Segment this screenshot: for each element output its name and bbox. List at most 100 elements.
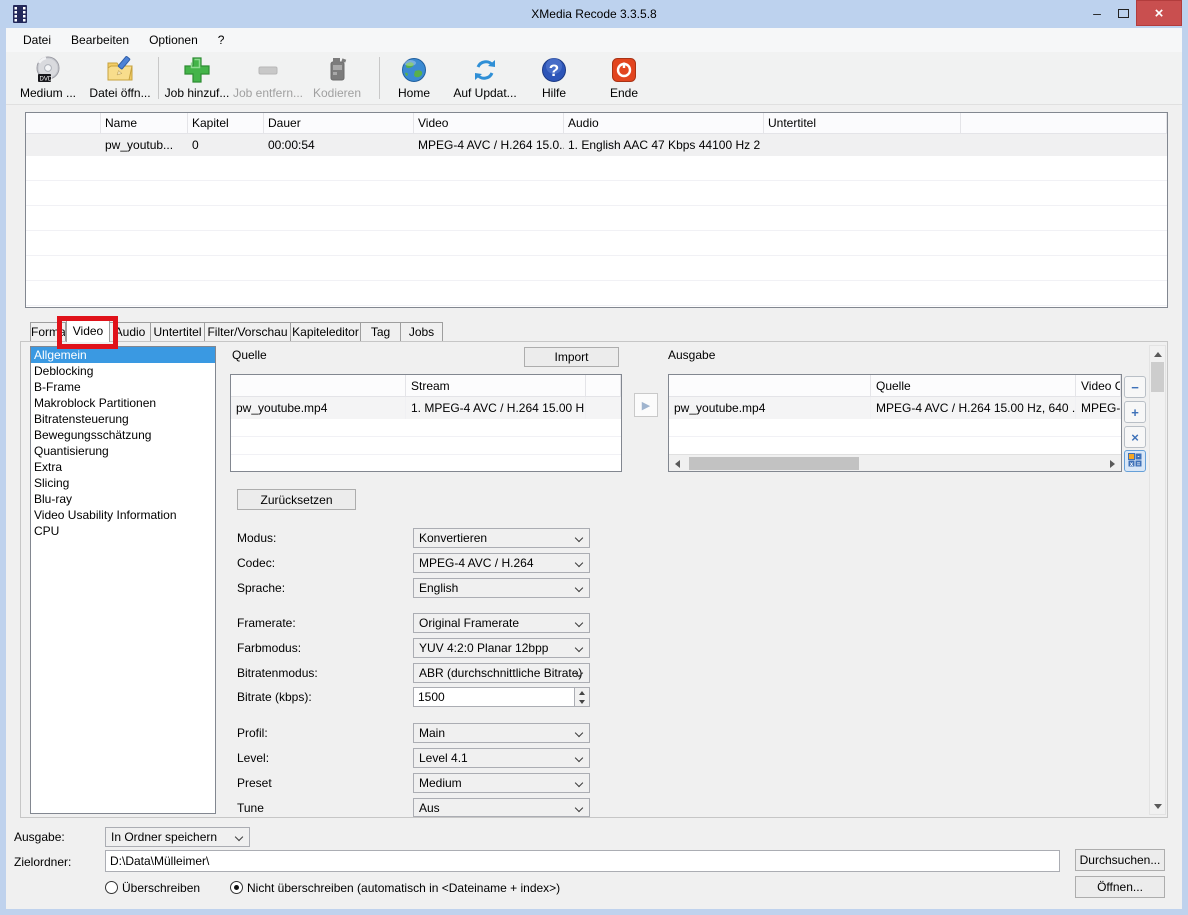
open-button[interactable]: Öffnen... (1075, 876, 1165, 898)
framerate-select[interactable]: Original Framerate (413, 613, 590, 633)
tab-tag[interactable]: Tag (361, 322, 401, 342)
sprache-label: Sprache: (237, 581, 285, 595)
toolbar-label: Auf Updat... (453, 86, 516, 100)
add-output-button[interactable]: + (1124, 401, 1146, 423)
add-job-button[interactable]: Job hinzuf... (163, 55, 231, 103)
home-button[interactable]: Home (389, 55, 439, 103)
column-header-video[interactable]: Video (414, 113, 564, 134)
vertical-scrollbar[interactable] (1149, 345, 1166, 815)
table-row[interactable]: pw_youtub... 0 00:00:54 MPEG-4 AVC / H.2… (26, 134, 1167, 156)
encode-icon (322, 55, 352, 85)
sidebar-item-allgemein[interactable]: Allgemein (31, 347, 215, 363)
column-header-name[interactable]: Name (101, 113, 188, 134)
sprache-select[interactable]: English (413, 578, 590, 598)
minimize-button[interactable]: – (1084, 0, 1110, 26)
empty-row (26, 206, 1167, 231)
column-header-quelle[interactable]: Quelle (871, 375, 1076, 397)
scroll-right-icon[interactable] (1105, 456, 1120, 472)
modus-select[interactable]: Konvertieren (413, 528, 590, 548)
profil-select[interactable]: Main (413, 723, 590, 743)
browse-button[interactable]: Durchsuchen... (1075, 849, 1165, 871)
sidebar-item-quantisierung[interactable]: Quantisierung (31, 443, 215, 459)
close-icon: × (1155, 5, 1164, 22)
menu-datei[interactable]: Datei (14, 30, 60, 50)
column-header-stream[interactable]: Stream (406, 375, 586, 397)
level-select[interactable]: Level 4.1 (413, 748, 590, 768)
sidebar-item-bewegungsschaetzung[interactable]: Bewegungsschätzung (31, 427, 215, 443)
no-overwrite-radio[interactable] (230, 881, 243, 894)
modus-label: Modus: (237, 531, 276, 545)
column-header-untertitel[interactable]: Untertitel (764, 113, 961, 134)
bitratenmodus-label: Bitratenmodus: (237, 666, 318, 680)
menu-help[interactable]: ? (209, 30, 234, 50)
bitrate-stepper[interactable] (575, 687, 590, 707)
overwrite-radio[interactable] (105, 881, 118, 894)
open-medium-button[interactable]: DVD Medium ... (14, 55, 82, 103)
tab-kapiteleditor[interactable]: Kapiteleditor (291, 322, 361, 342)
exit-button[interactable]: Ende (599, 55, 649, 103)
output-group-label: Ausgabe (668, 348, 715, 362)
no-overwrite-radio-label[interactable]: Nicht überschreiben (automatisch in <Dat… (247, 881, 560, 895)
tab-filter-vorschau[interactable]: Filter/Vorschau (205, 322, 291, 342)
sidebar-item-blu-ray[interactable]: Blu-ray (31, 491, 215, 507)
empty-row (669, 437, 1121, 455)
table-row[interactable]: pw_youtube.mp4 MPEG-4 AVC / H.264 15.00 … (669, 397, 1121, 419)
toolbar-label: Home (398, 86, 430, 100)
sidebar-item-b-frame[interactable]: B-Frame (31, 379, 215, 395)
import-button[interactable]: Import (524, 347, 619, 367)
close-button[interactable]: × (1136, 0, 1182, 26)
column-header-video-codec[interactable]: Video C (1076, 375, 1121, 397)
scroll-down-icon[interactable] (1150, 798, 1165, 814)
add-stream-button[interactable]: ▶ (634, 393, 658, 417)
column-header-empty[interactable] (26, 113, 101, 134)
scrollbar-thumb[interactable] (1151, 362, 1164, 392)
sidebar-item-cpu[interactable]: CPU (31, 523, 215, 539)
open-file-button[interactable]: Datei öffn... (86, 55, 154, 103)
overwrite-radio-label[interactable]: Überschreiben (122, 881, 200, 895)
update-button[interactable]: Auf Updat... (446, 55, 524, 103)
sidebar-item-deblocking[interactable]: Deblocking (31, 363, 215, 379)
tune-select[interactable]: Aus (413, 798, 590, 817)
horizontal-scrollbar[interactable] (669, 454, 1121, 471)
source-table-header: Stream (231, 375, 621, 397)
scroll-up-icon[interactable] (1150, 346, 1165, 362)
zielordner-input[interactable] (105, 850, 1060, 872)
job-dauer: 00:00:54 (264, 134, 414, 156)
farbmodus-select[interactable]: YUV 4:2:0 Planar 12bpp (413, 638, 590, 658)
sidebar-item-extra[interactable]: Extra (31, 459, 215, 475)
empty-row (231, 437, 621, 455)
sidebar-item-makroblock[interactable]: Makroblock Partitionen (31, 395, 215, 411)
job-audio: 1. English AAC 47 Kbps 44100 Hz 2 ... (564, 134, 764, 156)
tab-jobs[interactable]: Jobs (401, 322, 443, 342)
bitrate-input[interactable] (413, 687, 575, 707)
menu-optionen[interactable]: Optionen (140, 30, 207, 50)
sidebar-item-vui[interactable]: Video Usability Information (31, 507, 215, 523)
table-row[interactable]: pw_youtube.mp4 1. MPEG-4 AVC / H.264 15.… (231, 397, 621, 419)
scroll-left-icon[interactable] (670, 456, 685, 472)
tab-untertitel[interactable]: Untertitel (151, 322, 205, 342)
menu-bearbeiten[interactable]: Bearbeiten (62, 30, 138, 50)
sidebar-item-bitratensteuerung[interactable]: Bitratensteuerung (31, 411, 215, 427)
help-button[interactable]: ? Hilfe (531, 55, 577, 103)
column-header-dauer[interactable]: Dauer (264, 113, 414, 134)
source-stream: 1. MPEG-4 AVC / H.264 15.00 H... (406, 397, 586, 419)
sidebar-item-slicing[interactable]: Slicing (31, 475, 215, 491)
ausgabe-select[interactable]: In Ordner speichern (105, 827, 250, 847)
matrix-view-button[interactable]: - x = (1124, 450, 1146, 472)
scrollbar-thumb[interactable] (689, 457, 859, 470)
preset-select[interactable]: Medium (413, 773, 590, 793)
maximize-button[interactable] (1110, 0, 1136, 26)
empty-row (26, 231, 1167, 256)
column-header-audio[interactable]: Audio (564, 113, 764, 134)
spin-up-icon[interactable] (575, 688, 589, 697)
empty-row (231, 455, 621, 472)
output-video-codec: MPEG-4 (1076, 397, 1121, 419)
spin-down-icon[interactable] (575, 697, 589, 706)
delete-output-button[interactable]: × (1124, 426, 1146, 448)
column-header-kapitel[interactable]: Kapitel (188, 113, 264, 134)
remove-output-button[interactable]: − (1124, 376, 1146, 398)
reset-button[interactable]: Zurücksetzen (237, 489, 356, 510)
bitratenmodus-select[interactable]: ABR (durchschnittliche Bitrate) (413, 663, 590, 683)
svg-text:DVD: DVD (40, 77, 53, 83)
codec-select[interactable]: MPEG-4 AVC / H.264 (413, 553, 590, 573)
